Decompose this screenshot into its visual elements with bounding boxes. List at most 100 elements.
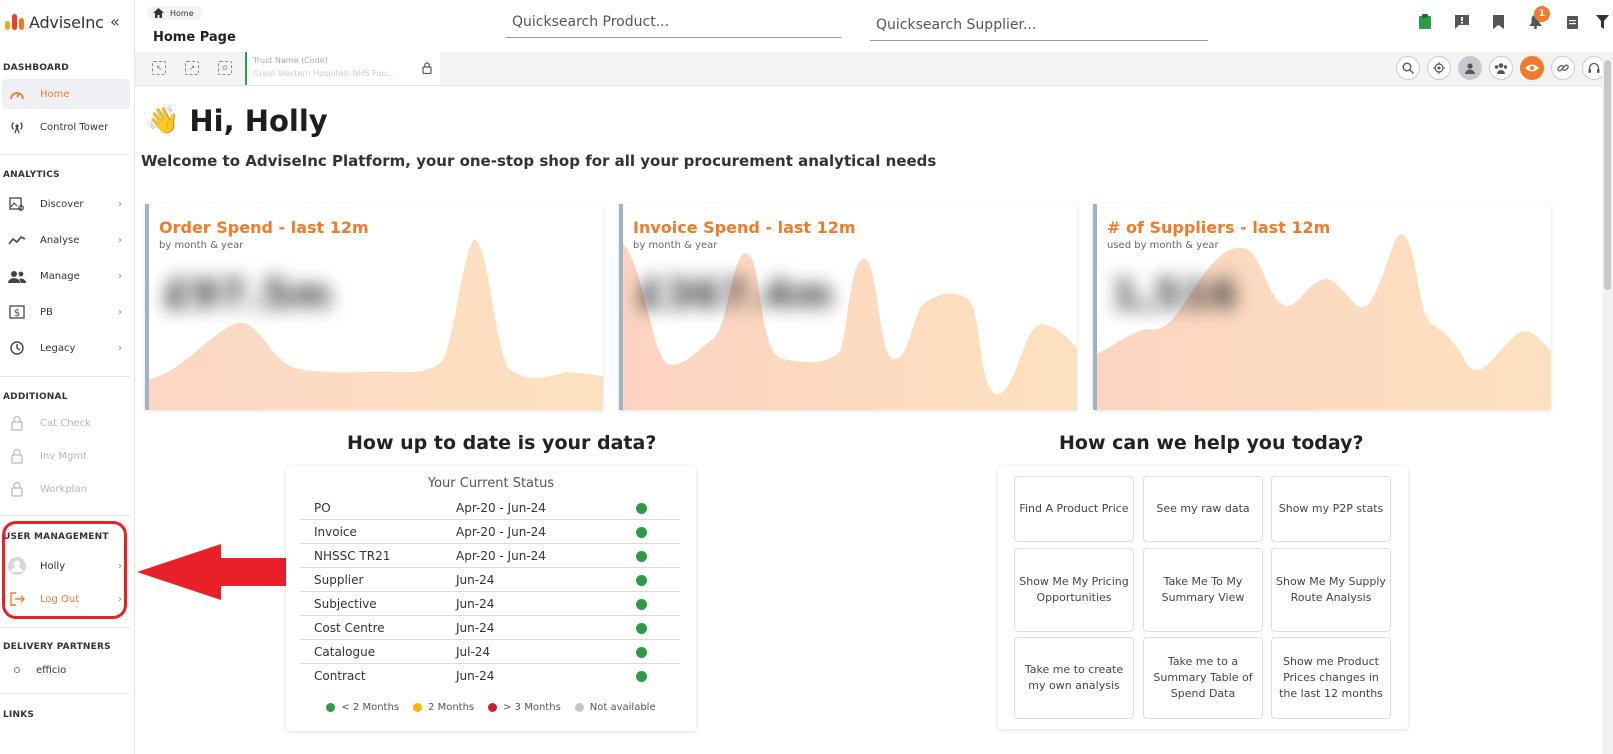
- sidebar-item-home[interactable]: Home: [2, 79, 130, 109]
- breadcrumb-home: Home: [170, 8, 194, 18]
- status-dot: [636, 671, 647, 682]
- brand-logo[interactable]: AdviseInc: [5, 12, 104, 32]
- sidebar-item-discover[interactable]: Discover ›: [2, 189, 130, 219]
- sidebar-item-label: Log Out: [40, 593, 80, 605]
- select-target-icon[interactable]: ⊙: [218, 61, 232, 75]
- kpi-card-suppliers[interactable]: # of Suppliers - last 12m used by month …: [1093, 204, 1551, 410]
- select-expand-icon[interactable]: ↗: [185, 61, 199, 75]
- card-value: 1,516: [1111, 272, 1238, 318]
- kpi-card-order-spend[interactable]: Order Spend - last 12m by month & year £…: [145, 204, 603, 410]
- locate-icon[interactable]: [1427, 56, 1451, 80]
- trust-value: Great Western Hospitals NHS Fou...: [253, 69, 395, 78]
- avatar: [6, 557, 28, 575]
- filter-icon[interactable]: [1591, 14, 1613, 29]
- status-legend: < 2 Months 2 Months > 3 Months Not avail…: [286, 702, 696, 713]
- help-tile-p2p-stats[interactable]: Show my P2P stats: [1271, 476, 1391, 542]
- sidebar-item-label: Analyse: [40, 234, 80, 246]
- view-controls: [1396, 56, 1613, 80]
- legend-label: < 2 Months: [341, 702, 400, 713]
- sidebar-item-legacy[interactable]: Legacy ›: [2, 333, 130, 363]
- trust-label: Trust Name (Code): [253, 56, 328, 65]
- section-links: LINKS: [3, 710, 35, 720]
- legend-item: < 2 Months: [326, 702, 399, 713]
- status-period: Jun-24: [456, 669, 495, 683]
- chevron-right-icon: ›: [118, 306, 122, 318]
- help-tile-pricing-opportunities[interactable]: Show Me My Pricing Opportunities: [1014, 548, 1134, 632]
- status-dot: [636, 575, 647, 586]
- sidebar-item-holly[interactable]: Holly ›: [2, 551, 130, 581]
- sidebar-item-inv-mgmt[interactable]: Inv Mgmt: [2, 441, 130, 471]
- status-name: Contract: [314, 669, 366, 683]
- help-tile-price-changes[interactable]: Show me Product Prices changes in the la…: [1271, 637, 1391, 719]
- divider: [0, 154, 130, 155]
- page-scrollbar[interactable]: [1602, 52, 1613, 754]
- sidebar-item-label: Cat Check: [40, 417, 91, 429]
- bell-icon[interactable]: 1: [1517, 5, 1554, 29]
- chevron-right-icon: ›: [118, 234, 122, 246]
- antenna-icon: [6, 120, 28, 134]
- sub-toolbar: ↖ ↗ ⊙ Trust Name (Code) Great Western Ho…: [135, 52, 1613, 86]
- sidebar-item-label: Holly: [40, 560, 66, 572]
- legend-dot: [488, 703, 498, 712]
- table-row: Contract Jun-24: [300, 664, 680, 688]
- status-name: Subjective: [314, 597, 377, 611]
- sidebar-item-manage[interactable]: Manage ›: [2, 261, 130, 291]
- sidebar-item-label: efficio: [36, 664, 67, 676]
- sidebar-item-workplan[interactable]: Workplan: [2, 474, 130, 504]
- dollar-box-icon: $: [6, 305, 28, 319]
- main-content: 👋 Hi, Holly Welcome to AdviseInc Platfor…: [135, 86, 1555, 754]
- status-name: Invoice: [314, 525, 357, 539]
- group-icon[interactable]: [1489, 56, 1513, 80]
- help-tile-find-product-price[interactable]: Find A Product Price: [1014, 476, 1134, 542]
- link-icon[interactable]: [1551, 56, 1575, 80]
- search-product-input[interactable]: Quicksearch Product...: [506, 8, 842, 38]
- sidebar-item-label: Manage: [40, 270, 80, 282]
- select-arrow-icon[interactable]: ↖: [152, 61, 166, 75]
- bookmark-icon[interactable]: [1480, 14, 1517, 29]
- divider: [0, 627, 130, 628]
- table-row: Cost Centre Jun-24: [300, 616, 680, 640]
- waving-hand-icon: 👋: [147, 106, 180, 136]
- chevron-right-icon: ›: [118, 593, 122, 605]
- lock-icon[interactable]: [422, 62, 432, 74]
- sidebar-item-control-tower[interactable]: Control Tower: [2, 112, 130, 142]
- sidebar-item-log-out[interactable]: Log Out ›: [2, 584, 130, 614]
- sidebar-item-analyse[interactable]: Analyse ›: [2, 225, 130, 255]
- help-heading: How can we help you today?: [1059, 432, 1364, 454]
- notes-icon[interactable]: [1554, 15, 1591, 29]
- search-icon[interactable]: [1396, 56, 1420, 80]
- help-tile-summary-view[interactable]: Take Me To My Summary View: [1143, 548, 1263, 632]
- section-user-management: USER MANAGEMENT: [3, 532, 109, 542]
- legend-dot: [574, 703, 584, 712]
- user-icon[interactable]: [1458, 56, 1482, 80]
- welcome-message: Welcome to AdviseInc Platform, your one-…: [141, 152, 937, 170]
- help-tile-raw-data[interactable]: See my raw data: [1143, 476, 1263, 542]
- scrollbar-thumb[interactable]: [1604, 60, 1611, 290]
- table-row: Supplier Jun-24: [300, 568, 680, 592]
- card-title: # of Suppliers - last 12m: [1107, 218, 1331, 237]
- help-tile-supply-route[interactable]: Show Me My Supply Route Analysis: [1271, 548, 1391, 632]
- legend-dot: [413, 703, 423, 712]
- feedback-icon[interactable]: [1443, 14, 1480, 29]
- brand-name: AdviseInc: [29, 12, 104, 32]
- home-icon: [153, 8, 164, 18]
- status-name: Cost Centre: [314, 621, 385, 635]
- sidebar-item-pb[interactable]: $ PB ›: [2, 297, 130, 327]
- trust-selector[interactable]: Trust Name (Code) Great Western Hospital…: [245, 52, 440, 85]
- sidebar-item-efficio[interactable]: efficio: [2, 655, 130, 685]
- card-value: £367.4m: [637, 272, 834, 318]
- collapse-sidebar-button[interactable]: «: [110, 12, 120, 31]
- help-tile-spend-summary[interactable]: Take me to a Summary Table of Spend Data: [1143, 637, 1263, 719]
- clipboard-icon[interactable]: [1406, 14, 1443, 29]
- kpi-card-invoice-spend[interactable]: Invoice Spend - last 12m by month & year…: [619, 204, 1077, 410]
- card-subtitle: by month & year: [159, 240, 244, 251]
- help-tile-create-analysis[interactable]: Take me to create my own analysis: [1014, 637, 1134, 719]
- eye-icon[interactable]: [1520, 56, 1544, 80]
- sidebar-item-label: Home: [40, 88, 70, 100]
- search-supplier-input[interactable]: Quicksearch Supplier...: [870, 11, 1208, 41]
- svg-text:$: $: [14, 308, 20, 319]
- status-period: Jun-24: [456, 573, 495, 587]
- breadcrumb[interactable]: Home: [147, 6, 202, 20]
- status-title: Your Current Status: [427, 476, 555, 491]
- sidebar-item-cat-check[interactable]: Cat Check: [2, 408, 130, 438]
